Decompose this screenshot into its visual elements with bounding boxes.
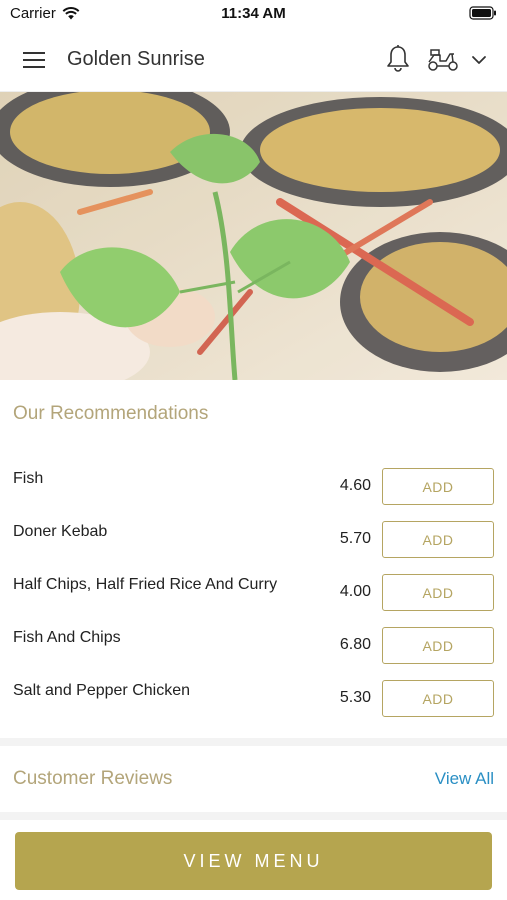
app-header: Golden Sunrise — [0, 28, 507, 92]
item-name: Fish — [13, 470, 44, 487]
reviews-section: Customer Reviews View All — [0, 746, 507, 812]
item-price: 4.60 — [339, 477, 371, 494]
bottom-bar: VIEW MENU — [0, 820, 507, 900]
notifications-button[interactable] — [384, 44, 412, 74]
section-divider — [0, 738, 507, 746]
menu-button[interactable] — [20, 48, 48, 72]
scooter-icon — [428, 49, 458, 71]
add-button[interactable]: ADD — [382, 680, 494, 717]
add-button[interactable]: ADD — [382, 521, 494, 558]
hero-food-image — [0, 92, 507, 380]
add-button[interactable]: ADD — [382, 574, 494, 611]
battery-icon — [469, 6, 497, 25]
item-price: 5.30 — [339, 689, 371, 706]
list-item: Half Chips, Half Fried Rice And Curry 4.… — [0, 574, 507, 627]
item-name: Fish And Chips — [13, 629, 121, 646]
reviews-title: Customer Reviews — [13, 768, 173, 789]
status-time: 11:34 AM — [221, 5, 286, 22]
food-photo — [0, 92, 507, 380]
list-item: Fish 4.60 ADD — [0, 468, 507, 521]
recommendations-list: Fish 4.60 ADD Doner Kebab 5.70 ADD Half … — [0, 468, 507, 733]
item-price: 6.80 — [339, 636, 371, 653]
status-bar: Carrier 11:34 AM — [0, 0, 507, 28]
item-name: Doner Kebab — [13, 523, 108, 540]
chevron-down-icon — [472, 56, 486, 64]
section-divider — [0, 812, 507, 820]
recommendations-section: Our Recommendations Fish 4.60 ADD Doner … — [0, 380, 507, 738]
dropdown-button[interactable] — [468, 50, 490, 70]
recommendations-title: Our Recommendations — [13, 403, 209, 424]
item-price: 4.00 — [339, 583, 371, 600]
restaurant-title: Golden Sunrise — [67, 48, 205, 70]
view-menu-button[interactable]: VIEW MENU — [15, 832, 492, 890]
item-name: Half Chips, Half Fried Rice And Curry — [13, 576, 278, 593]
add-button[interactable]: ADD — [382, 627, 494, 664]
view-all-link[interactable]: View All — [435, 769, 494, 789]
menu-icon — [23, 52, 45, 68]
item-name: Salt and Pepper Chicken — [13, 682, 190, 699]
item-price: 5.70 — [339, 530, 371, 547]
bell-icon — [387, 45, 409, 72]
list-item: Doner Kebab 5.70 ADD — [0, 521, 507, 574]
list-item: Salt and Pepper Chicken 5.30 ADD — [0, 680, 507, 733]
list-item: Fish And Chips 6.80 ADD — [0, 627, 507, 680]
delivery-mode-button[interactable] — [426, 46, 460, 74]
add-button[interactable]: ADD — [382, 468, 494, 505]
